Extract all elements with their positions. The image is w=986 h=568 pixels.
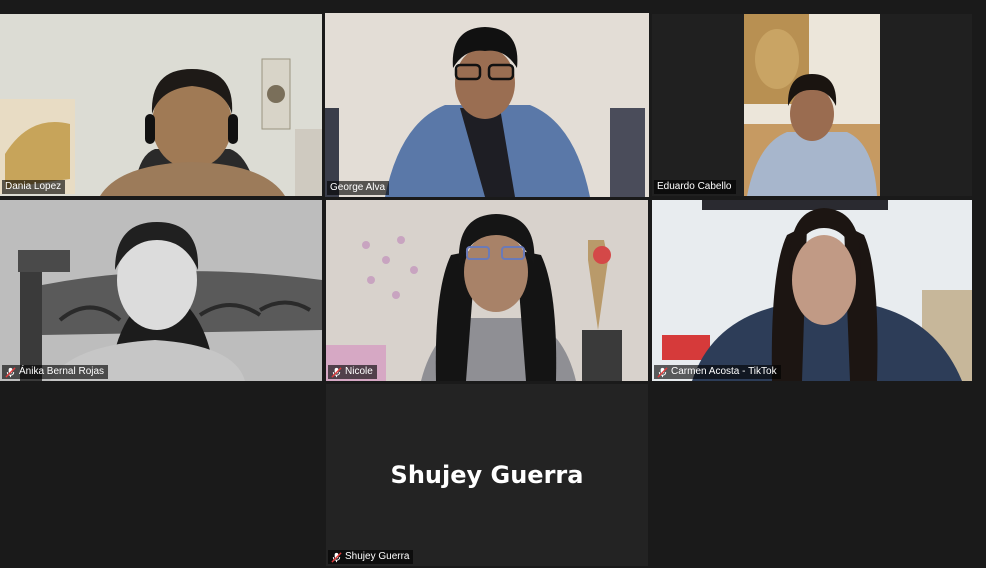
participant-tile-dania[interactable]: Dania Lopez — [0, 14, 322, 196]
participant-name: George Alva — [330, 182, 386, 193]
participant-tile-anika[interactable]: Ánika Bernal Rojas — [0, 200, 322, 381]
mic-muted-icon — [331, 551, 342, 563]
mic-muted-icon — [5, 366, 16, 378]
participant-name-tag: Eduardo Cabello — [654, 180, 736, 194]
participant-tile-nicole[interactable]: Nicole — [326, 200, 648, 381]
participant-tile-carmen[interactable]: Carmen Acosta - TikTok — [652, 200, 972, 381]
mic-muted-icon — [657, 366, 668, 378]
participant-tile-george[interactable]: George Alva — [325, 13, 649, 197]
participant-name-tag: Carmen Acosta - TikTok — [654, 365, 781, 379]
participant-name-tag: Dania Lopez — [2, 180, 66, 194]
participant-tile-eduardo[interactable]: Eduardo Cabello — [652, 14, 972, 196]
participant-name: Nicole — [345, 366, 373, 377]
video-feed — [0, 200, 322, 381]
video-feed — [652, 14, 972, 196]
video-feed — [0, 14, 322, 196]
video-feed — [652, 200, 972, 381]
participant-name-tag: George Alva — [327, 181, 390, 195]
participant-name-tag: Nicole — [328, 365, 377, 379]
participant-name: Carmen Acosta - TikTok — [671, 366, 777, 377]
mic-muted-icon — [331, 366, 342, 378]
meeting-gallery-view: Dania Lopez George Alva Eduardo Cabello … — [0, 0, 986, 568]
participant-display-name: Shujey Guerra — [390, 461, 584, 489]
participant-tile-shujey[interactable]: Shujey Guerra Shujey Guerra — [326, 384, 648, 566]
participant-name: Ánika Bernal Rojas — [19, 366, 105, 377]
video-feed — [326, 200, 648, 381]
video-feed — [325, 13, 649, 197]
participant-name-tag: Shujey Guerra — [328, 550, 414, 564]
participant-name: Dania Lopez — [5, 181, 62, 192]
participant-name: Shujey Guerra — [345, 551, 410, 562]
participant-name: Eduardo Cabello — [657, 181, 732, 192]
participant-name-tag: Ánika Bernal Rojas — [2, 365, 109, 379]
